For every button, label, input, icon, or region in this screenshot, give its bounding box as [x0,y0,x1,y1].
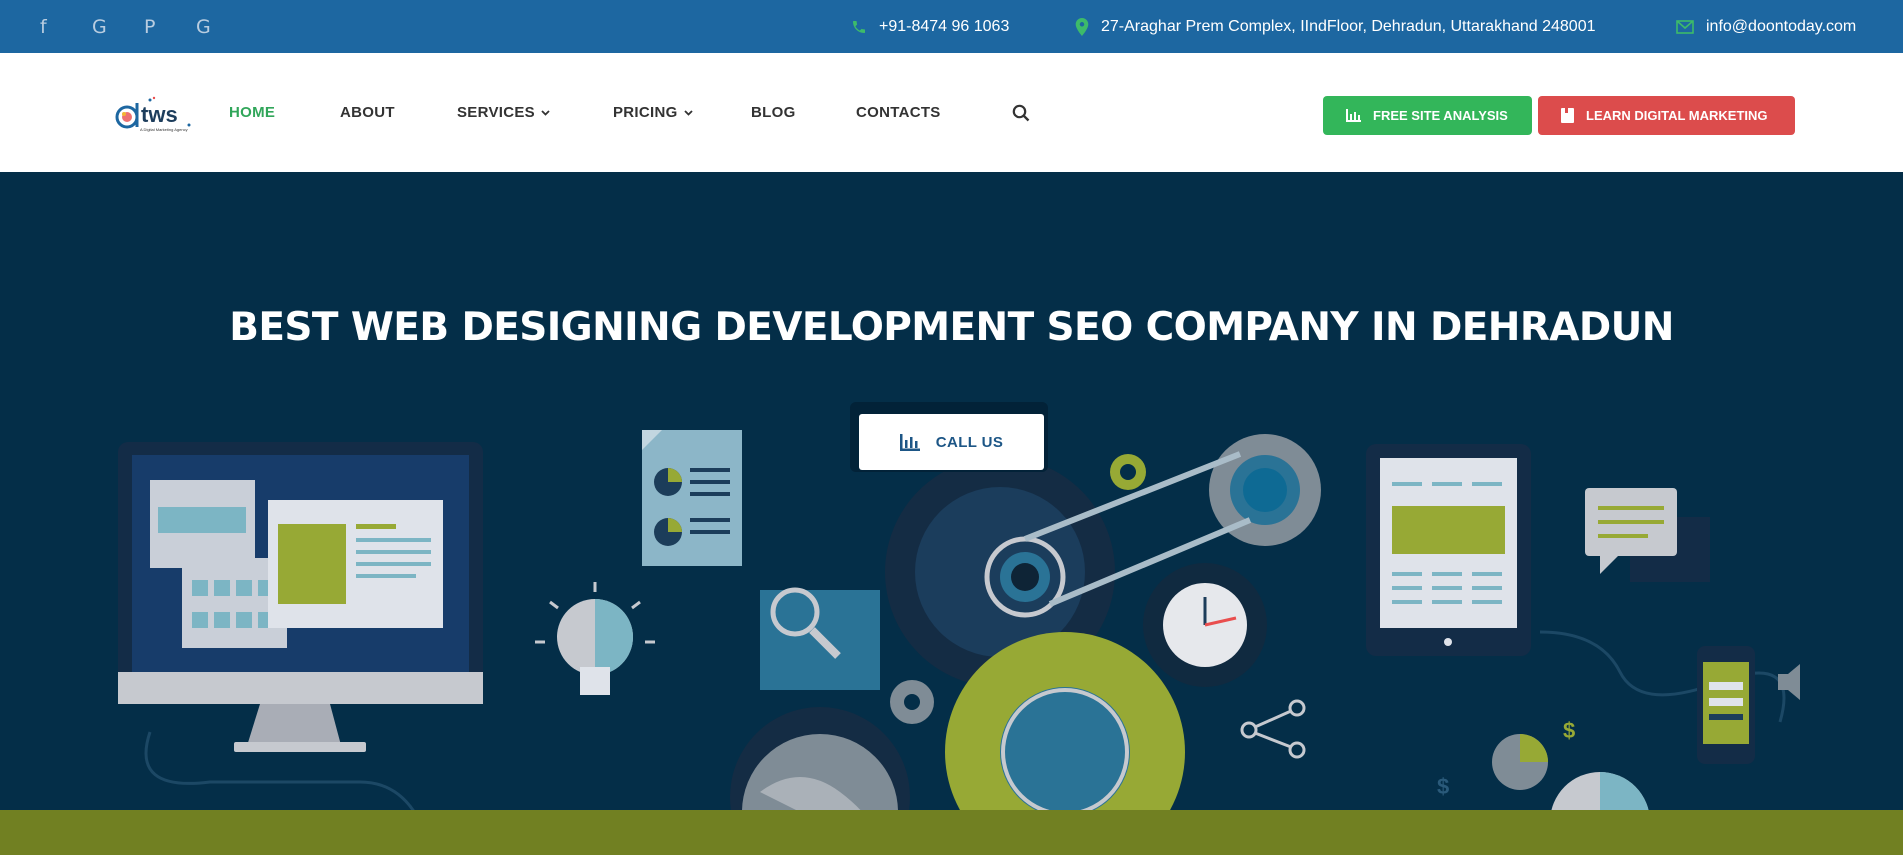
email-text: info@doontoday.com [1706,17,1857,35]
learn-digital-marketing-button[interactable]: LEARN DIGITAL MARKETING [1538,96,1795,135]
nav-contacts-label: CONTACTS [856,104,941,121]
nav-about[interactable]: ABOUT [340,53,395,172]
share-illustration [1240,699,1306,759]
contact-address: 27-Araghar Prem Complex, IIndFloor, Dehr… [1075,0,1596,53]
call-us-label: CALL US [935,433,1004,451]
phone-illustration [1697,646,1755,764]
google-icon[interactable]: G [88,14,140,40]
svg-text:$: $ [1563,718,1575,743]
nav-blog[interactable]: BLOG [751,53,796,172]
contact-phone[interactable]: +91-8474 96 1063 [851,0,1009,53]
address-text: 27-Araghar Prem Complex, IIndFloor, Dehr… [1101,17,1596,35]
nav-services-label: SERVICES [457,104,535,121]
nav-pricing-label: PRICING [613,104,678,121]
main-navbar: tws A Digital Marketing Agency HOME ABOU… [0,53,1903,172]
facebook-icon[interactable]: f [36,14,88,40]
contact-email[interactable]: info@doontoday.com [1676,0,1856,53]
learn-digital-marketing-label: LEARN DIGITAL MARKETING [1586,108,1768,123]
nav-home-label: HOME [229,104,276,121]
monitor-illustration [118,442,483,752]
social-links: f G P G [36,14,244,40]
nav-services[interactable]: SERVICES [457,53,550,172]
site-logo[interactable]: tws A Digital Marketing Agency [114,95,196,135]
phone-icon [853,20,865,33]
call-us-button[interactable]: CALL US [859,414,1044,470]
chevron-down-icon [541,109,550,116]
search-button[interactable] [1012,53,1030,172]
nav-contacts[interactable]: CONTACTS [856,53,941,172]
google-icon[interactable]: G [192,14,244,40]
chevron-down-icon [683,109,693,116]
hero-title: BEST WEB DESIGNING DEVELOPMENT SEO COMPA… [229,305,1674,350]
search-icon [1012,104,1030,121]
top-bar: f G P G +91-8474 96 1063 27-Araghar Prem… [0,0,1903,53]
svg-text:tws: tws [141,102,178,127]
tablet-illustration [1366,444,1531,656]
phone-number: +91-8474 96 1063 [879,17,1010,35]
map-pin-icon [1075,17,1089,36]
nav-about-label: ABOUT [340,104,395,121]
bar-chart-icon [1346,109,1361,122]
chat-bubble-illustration [1585,488,1710,582]
pinterest-icon[interactable]: P [140,14,192,40]
bar-chart-icon [899,433,920,451]
nav-pricing[interactable]: PRICING [613,53,693,172]
mail-icon [1676,19,1694,34]
nav-home[interactable]: HOME [229,53,275,172]
svg-text:$: $ [1437,774,1449,799]
document-illustration [642,430,742,566]
hero-section: $ $ BEST WEB DESIGNING DEVELOPMENT SEO C… [0,172,1903,810]
lightbulb-illustration [535,582,655,695]
nav-blog-label: BLOG [751,104,796,121]
book-icon [1561,108,1574,123]
svg-text:A Digital Marketing Agency: A Digital Marketing Agency [140,127,188,132]
free-site-analysis-button[interactable]: FREE SITE ANALYSIS [1323,96,1532,135]
free-site-analysis-label: FREE SITE ANALYSIS [1373,108,1508,123]
olive-band [0,810,1903,855]
hero-illustration: $ $ [118,430,1800,810]
